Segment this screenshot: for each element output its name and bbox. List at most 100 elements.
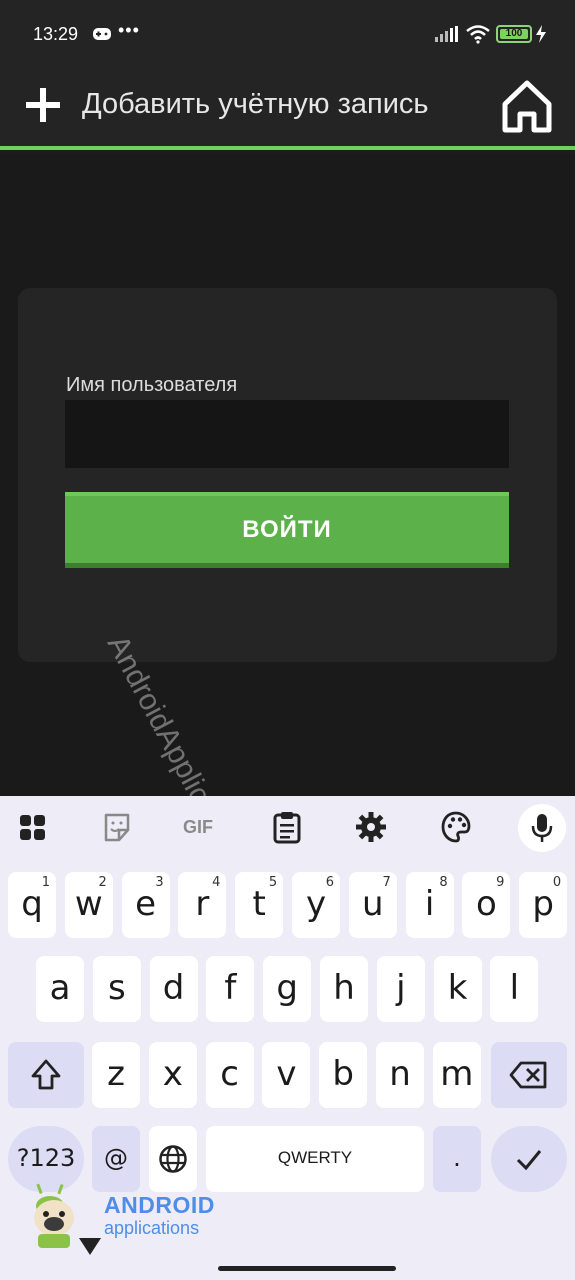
clipboard-icon[interactable]: [272, 810, 302, 844]
key-b-label: b: [332, 1054, 354, 1094]
gesture-handle[interactable]: [218, 1266, 396, 1271]
key-a[interactable]: a: [36, 956, 84, 1022]
key-u[interactable]: u7: [348, 872, 397, 938]
key-q[interactable]: q1: [8, 872, 56, 938]
keyboard-toolbar: GIF: [0, 796, 575, 860]
page-title: Добавить учётную запись: [82, 88, 429, 120]
voice-input-button[interactable]: [518, 804, 566, 852]
key-v-label: v: [276, 1054, 297, 1094]
key-o[interactable]: o9: [462, 872, 511, 938]
language-key[interactable]: [149, 1126, 197, 1192]
checkmark-icon: [516, 1150, 542, 1171]
login-card: Имя пользователя ВОЙТИ: [18, 288, 557, 662]
gif-icon[interactable]: GIF: [183, 810, 223, 844]
status-bar: 13:29 ••• 100: [0, 0, 575, 66]
globe-icon: [159, 1145, 187, 1173]
key-o-hint: 9: [496, 875, 505, 890]
key-d-label: d: [162, 968, 185, 1008]
key-c[interactable]: c: [205, 1042, 254, 1108]
period-key[interactable]: .: [433, 1126, 481, 1192]
key-r-label: r: [195, 884, 210, 924]
key-k[interactable]: k: [433, 956, 482, 1022]
battery-level: 100: [500, 29, 528, 39]
key-p-label: p: [532, 884, 554, 924]
key-f-label: f: [224, 968, 237, 1008]
key-z[interactable]: z: [92, 1042, 140, 1108]
key-z-label: z: [107, 1054, 125, 1094]
key-m[interactable]: m: [432, 1042, 481, 1108]
key-k-label: k: [447, 968, 468, 1008]
shift-key[interactable]: [8, 1042, 84, 1108]
key-v[interactable]: v: [262, 1042, 311, 1108]
key-y[interactable]: y6: [292, 872, 340, 938]
key-g-label: g: [276, 968, 298, 1008]
username-label: Имя пользователя: [66, 374, 238, 396]
key-r-hint: 4: [212, 875, 221, 890]
status-time: 13:29: [33, 24, 79, 44]
mic-icon: [531, 814, 553, 842]
login-button[interactable]: ВОЙТИ: [65, 492, 509, 568]
key-c-label: c: [220, 1054, 239, 1094]
space-key[interactable]: QWERTY: [206, 1126, 424, 1192]
key-n[interactable]: n: [376, 1042, 424, 1108]
key-a-label: a: [49, 968, 71, 1008]
key-w-hint: 2: [98, 875, 107, 890]
key-p[interactable]: p0: [519, 872, 568, 938]
content-area: Имя пользователя ВОЙТИ: [0, 154, 575, 796]
logo-title: ANDROID: [104, 1192, 215, 1218]
shift-icon: [31, 1059, 61, 1090]
home-icon[interactable]: [500, 78, 554, 134]
key-r[interactable]: r4: [178, 872, 227, 938]
key-e-label: e: [135, 884, 157, 924]
key-y-label: y: [305, 884, 327, 924]
key-w[interactable]: w2: [64, 872, 113, 938]
backspace-icon: [509, 1061, 547, 1089]
key-l-label: l: [509, 968, 520, 1008]
add-icon[interactable]: [24, 86, 62, 124]
key-j-label: j: [396, 968, 406, 1008]
wifi-icon: [466, 25, 490, 44]
key-d[interactable]: d: [149, 956, 198, 1022]
key-o-label: o: [475, 884, 497, 924]
key-i[interactable]: i8: [405, 872, 454, 938]
key-i-hint: 8: [439, 875, 448, 890]
key-b[interactable]: b: [319, 1042, 368, 1108]
key-w-label: w: [74, 884, 103, 924]
key-f[interactable]: f: [206, 956, 255, 1022]
key-j[interactable]: j: [376, 956, 425, 1022]
key-h[interactable]: h: [320, 956, 368, 1022]
key-x[interactable]: x: [148, 1042, 197, 1108]
key-x-label: x: [162, 1054, 183, 1094]
key-s-label: s: [107, 968, 126, 1008]
settings-icon[interactable]: [356, 810, 386, 844]
backspace-key[interactable]: [491, 1042, 567, 1108]
key-u-hint: 7: [382, 875, 391, 890]
key-e[interactable]: e3: [121, 872, 170, 938]
key-i-label: i: [424, 884, 435, 924]
key-l[interactable]: l: [490, 956, 539, 1022]
key-g[interactable]: g: [263, 956, 312, 1022]
enter-key[interactable]: [491, 1126, 567, 1192]
palette-icon[interactable]: [441, 810, 471, 844]
key-s[interactable]: s: [92, 956, 141, 1022]
key-y-hint: 6: [325, 875, 334, 890]
gamepad-icon: [93, 28, 111, 40]
username-input[interactable]: [65, 400, 509, 468]
apps-icon[interactable]: [18, 810, 48, 844]
key-m-label: m: [440, 1054, 474, 1094]
key-t-hint: 5: [268, 875, 278, 890]
keyboard-hide-icon[interactable]: [78, 1236, 102, 1256]
battery-icon: 100: [496, 25, 532, 43]
charging-icon: [536, 25, 546, 43]
key-q-hint: 1: [41, 875, 50, 890]
key-q-label: q: [21, 884, 43, 924]
app-bar: Добавить учётную запись: [0, 66, 575, 150]
key-h-label: h: [333, 968, 355, 1008]
key-e-hint: 3: [155, 875, 164, 890]
sticker-icon[interactable]: [102, 810, 132, 844]
key-t[interactable]: t5: [235, 872, 284, 938]
notification-more-icon: •••: [118, 20, 140, 40]
logo-subtitle: applications: [104, 1218, 200, 1238]
at-key[interactable]: @: [92, 1126, 140, 1192]
key-p-hint: 0: [552, 875, 562, 890]
